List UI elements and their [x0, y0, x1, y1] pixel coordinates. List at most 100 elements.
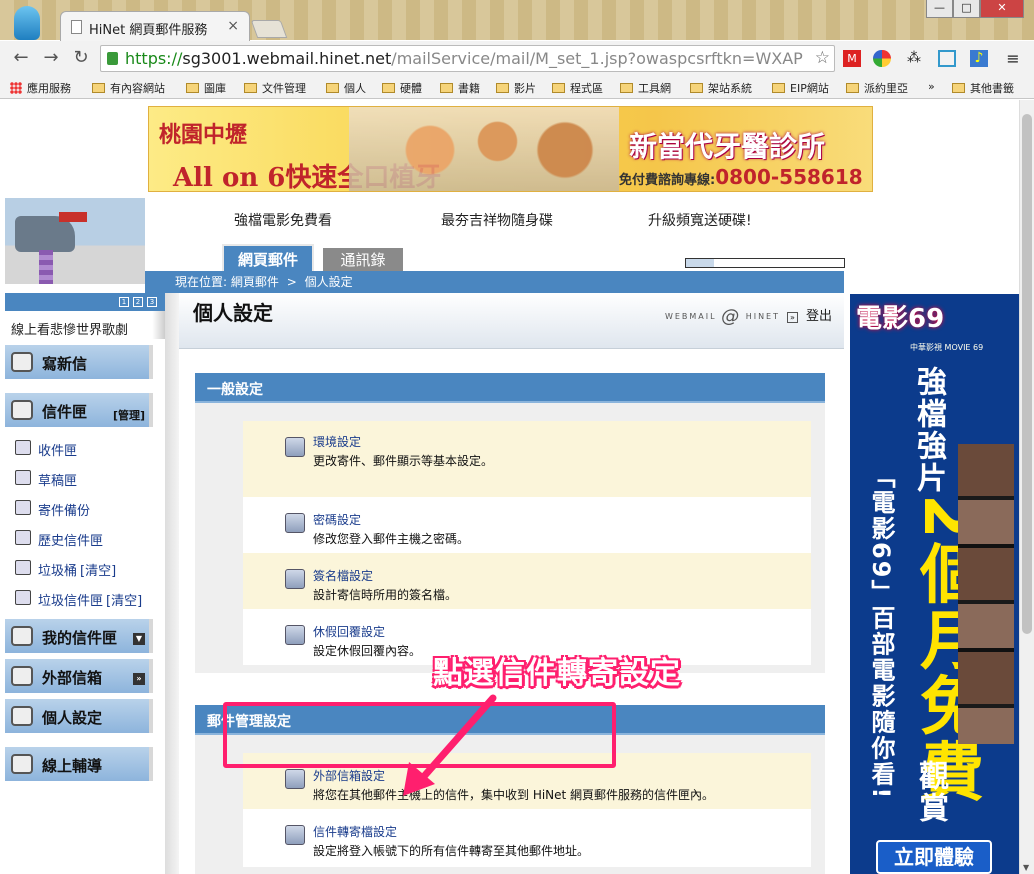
forward-icon — [285, 825, 305, 845]
layout-icon[interactable]: 3 — [147, 297, 157, 307]
browser-profile-icon[interactable] — [14, 6, 40, 40]
setting-title[interactable]: 密碼設定 — [313, 511, 361, 528]
promo-link[interactable]: 最夯吉祥物隨身碟 — [441, 210, 553, 230]
movie-posters-image — [958, 444, 1014, 744]
manage-folders-link[interactable]: [管理] — [113, 407, 145, 423]
setting-title[interactable]: 環境設定 — [313, 433, 361, 450]
folder-icon — [92, 83, 105, 93]
hinet-mailbox-logo — [5, 198, 145, 284]
bookmark-item[interactable]: 個人 — [326, 80, 366, 96]
sidebar-item-inbox[interactable]: 收件匣 — [5, 433, 165, 463]
breadcrumb-current: 個人設定 — [304, 275, 353, 289]
browser-tab[interactable]: HiNet 網頁郵件服務 × — [60, 11, 250, 41]
setting-title[interactable]: 休假回覆設定 — [313, 623, 385, 640]
webmail-hinet-logo: WEBMAIL @ HINET — [664, 306, 780, 327]
folder-icon — [326, 83, 339, 93]
bookmark-item[interactable]: 程式區 — [552, 80, 603, 96]
sidebar-my-folders[interactable]: 我的信件匣 ▼ — [5, 619, 153, 653]
layout-icon[interactable]: 2 — [133, 297, 143, 307]
page-scrollbar[interactable]: ▼ — [1019, 100, 1034, 874]
bookmark-item[interactable]: 文件管理 — [244, 80, 306, 96]
address-bar[interactable]: https://sg3001.webmail.hinet.net/mailSer… — [100, 45, 835, 72]
sidebar-personal-settings[interactable]: 個人設定 — [5, 699, 153, 733]
sidebar-item-spam[interactable]: 垃圾信件匣 [清空] — [5, 583, 165, 613]
bookmark-item[interactable]: EIP網站 — [772, 80, 829, 96]
compose-button[interactable]: 寫新信 — [5, 345, 153, 379]
setting-environment[interactable]: 環境設定 更改寄件、郵件顯示等基本設定。 — [243, 421, 811, 497]
menu-icon[interactable]: ≡ — [1004, 50, 1022, 67]
bookmark-item[interactable]: 架站系統 — [690, 80, 752, 96]
expand-icon[interactable]: » — [133, 673, 145, 685]
spam-icon — [15, 590, 31, 605]
page-header: 個人設定 WEBMAIL @ HINET » 登出 — [179, 293, 844, 349]
minimize-button[interactable]: — — [926, 0, 953, 18]
ad-line1: 強檔強片 — [911, 366, 946, 494]
bookmark-item[interactable]: 硬體 — [382, 80, 422, 96]
signature-icon — [285, 569, 305, 589]
empty-spam-link[interactable]: [清空] — [106, 594, 142, 609]
scroll-down-icon[interactable]: ▼ — [1023, 863, 1029, 872]
maximize-button[interactable]: □ — [953, 0, 980, 18]
breadcrumb-webmail-link[interactable]: 網頁郵件 — [231, 275, 279, 289]
sidebar-item-drafts[interactable]: 草稿匣 — [5, 463, 165, 493]
bookmark-item[interactable]: 應用服務 — [10, 80, 71, 96]
sidebar-item-sent[interactable]: 寄件備份 — [5, 493, 165, 523]
close-window-button[interactable]: ✕ — [980, 0, 1024, 18]
forward-button[interactable]: → — [40, 47, 62, 69]
tab-close-icon[interactable]: × — [227, 18, 239, 34]
setting-mail-forwarding[interactable]: 信件轉寄檔設定 設定將登入帳號下的所有信件轉寄至其他郵件地址。 — [243, 809, 811, 867]
screen-capture-extension-icon[interactable] — [938, 50, 956, 67]
layout-icon[interactable]: 1 — [119, 297, 129, 307]
logout-button[interactable]: » 登出 — [786, 305, 832, 324]
sidebar-mailbox-header[interactable]: 信件匣 [管理] — [5, 393, 153, 427]
setting-title[interactable]: 外部信箱設定 — [313, 767, 385, 784]
settings-panel: 一般設定 環境設定 更改寄件、郵件顯示等基本設定。 密碼設定 修改您登入郵件主機… — [179, 349, 844, 874]
sidebar-online-help[interactable]: 線上輔導 — [5, 747, 153, 781]
sidebar: 1 2 3 線上看悲慘世界歌劇 寫新信 信件匣 [管理] 收件匣 草稿匣 寄件備… — [5, 293, 165, 874]
settings-icon — [11, 706, 33, 726]
trash-icon — [15, 560, 31, 575]
promo-link[interactable]: 強檔電影免費看 — [234, 210, 332, 230]
bookmark-item[interactable]: 派約里亞 — [846, 80, 908, 96]
expand-icon[interactable]: ▼ — [133, 633, 145, 645]
sidebar-item-archive[interactable]: 歷史信件匣 — [5, 523, 165, 553]
chrome-extension-icon[interactable] — [873, 50, 891, 67]
folder-icon — [244, 83, 257, 93]
pawprint-extension-icon[interactable]: ⁂ — [905, 50, 923, 67]
folder-icon — [952, 83, 965, 93]
gmail-extension-icon[interactable]: M — [843, 50, 861, 67]
setting-desc: 設定休假回覆內容。 — [313, 644, 422, 658]
reload-button[interactable]: ↻ — [70, 47, 92, 69]
setting-title[interactable]: 信件轉寄檔設定 — [313, 823, 397, 840]
new-tab-button[interactable] — [250, 20, 288, 38]
bookmark-item[interactable]: 有內容網站 — [92, 80, 165, 96]
top-banner-ad[interactable]: 桃園中壢 All on 6快速全口植牙 新當代牙醫診所 免付費諮詢專線:0800… — [148, 106, 873, 192]
browser-toolbar: ← → ↻ https://sg3001.webmail.hinet.net/m… — [0, 41, 1034, 75]
annotation-highlight-box — [223, 702, 616, 768]
setting-signature[interactable]: 簽名檔設定 設計寄信時所用的簽名檔。 — [243, 553, 811, 609]
sidebar-item-trash[interactable]: 垃圾桶 [清空] — [5, 553, 165, 583]
arrow-icon: » — [786, 312, 798, 323]
banner-phone: 免付費諮詢專線:0800-558618 — [619, 165, 863, 189]
tab-webmail[interactable]: 網頁郵件 — [222, 244, 314, 274]
setting-title[interactable]: 簽名檔設定 — [313, 567, 373, 584]
promo-link[interactable]: 升級頻寬送硬碟! — [648, 210, 752, 230]
scrollbar-thumb[interactable] — [1022, 114, 1032, 634]
url-text: https://sg3001.webmail.hinet.net/mailSer… — [125, 49, 803, 68]
sidebar-marquee[interactable]: 線上看悲慘世界歌劇 — [5, 311, 165, 339]
try-now-button[interactable]: 立即體驗 — [876, 840, 992, 874]
other-bookmarks[interactable]: 其他書籤 — [952, 80, 1014, 96]
setting-password[interactable]: 密碼設定 修改您登入郵件主機之密碼。 — [243, 497, 811, 553]
sidebar-external-mail[interactable]: 外部信箱 » — [5, 659, 153, 693]
bookmark-item[interactable]: 圖庫 — [186, 80, 226, 96]
folder-icon — [186, 83, 199, 93]
bookmark-item[interactable]: 影片 — [496, 80, 536, 96]
bookmark-item[interactable]: 工具網 — [620, 80, 671, 96]
speaker-extension-icon[interactable]: ♪ — [970, 50, 988, 67]
empty-trash-link[interactable]: [清空] — [80, 564, 116, 579]
bookmarks-more-button[interactable]: » — [928, 80, 935, 93]
right-banner-ad[interactable]: 電影69 中華影視 MOVIE 69 強檔強片 2個月免費 觀賞 「電影69」百… — [850, 294, 1020, 874]
bookmark-star-icon[interactable]: ☆ — [815, 48, 830, 68]
back-button[interactable]: ← — [10, 47, 32, 69]
bookmark-item[interactable]: 書籍 — [440, 80, 480, 96]
